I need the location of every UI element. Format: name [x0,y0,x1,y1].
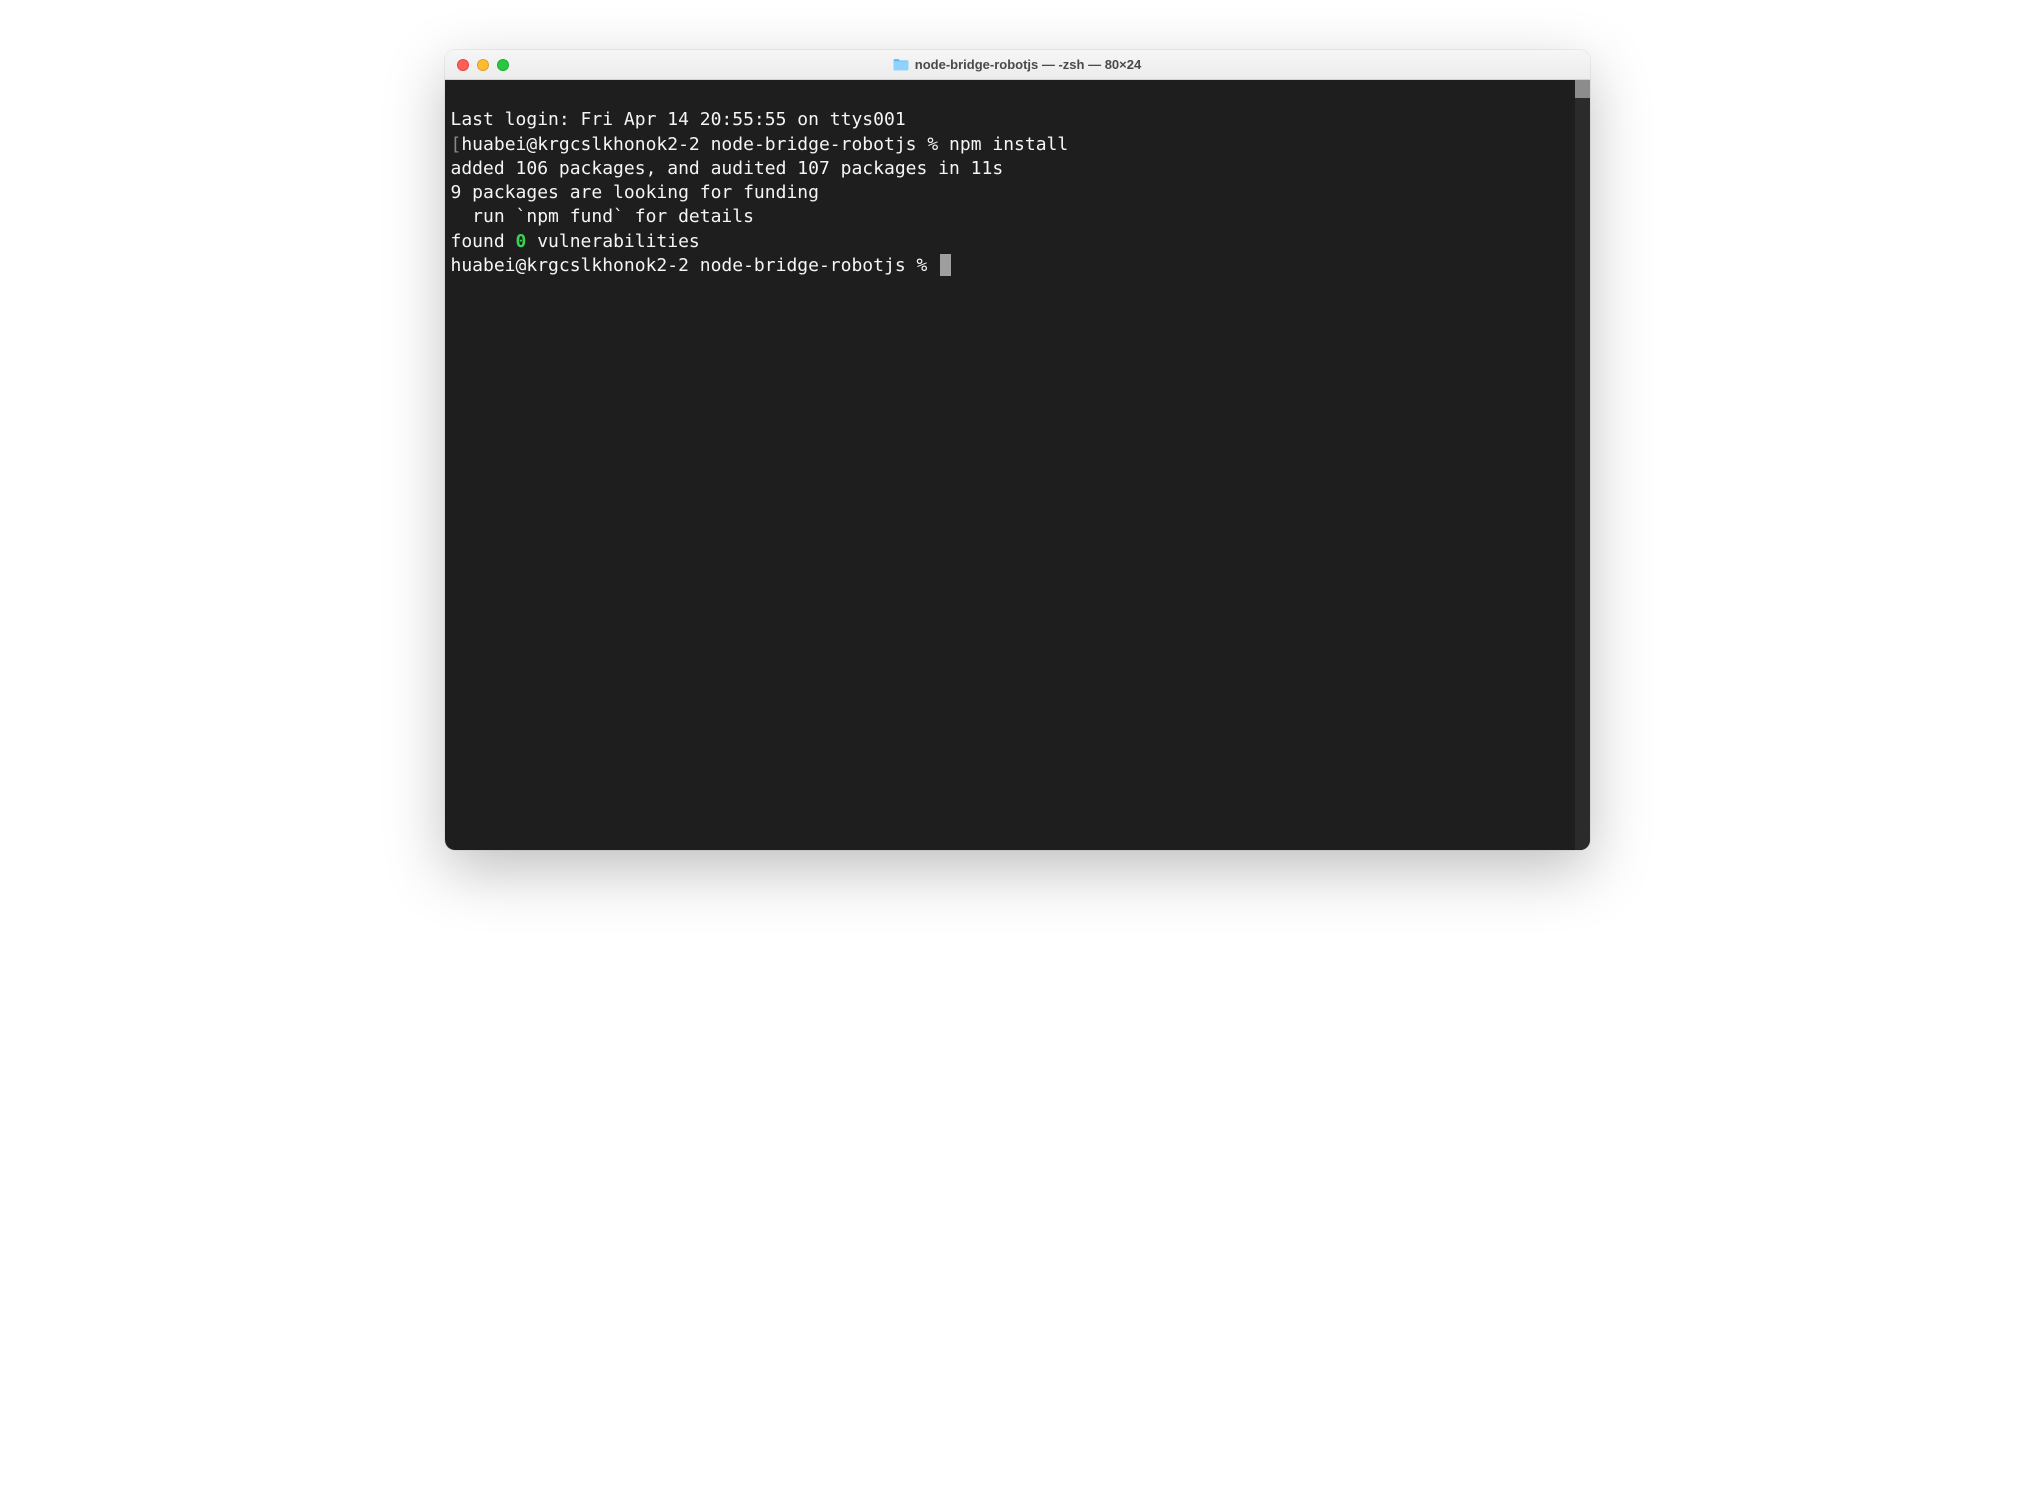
titlebar[interactable]: node-bridge-robotjs — -zsh — 80×24 [445,50,1590,80]
terminal-line-prompt1: [huabei@krgcslkhonok2-2 node-bridge-robo… [451,133,1584,157]
window-title: node-bridge-robotjs — -zsh — 80×24 [915,57,1141,72]
prompt-text: huabei@krgcslkhonok2-2 node-bridge-robot… [451,255,939,276]
vuln-count: 0 [516,231,527,252]
terminal-line-vuln: found 0 vulnerabilities [451,230,1584,254]
command-text: npm install [949,134,1068,155]
scrollbar-thumb[interactable] [1575,80,1590,98]
terminal-window: node-bridge-robotjs — -zsh — 80×24 Last … [445,50,1590,850]
cursor-block [940,254,951,276]
terminal-body[interactable]: Last login: Fri Apr 14 20:55:55 on ttys0… [445,80,1590,850]
terminal-line-funding1: 9 packages are looking for funding [451,181,1584,205]
terminal-line-lastlogin: Last login: Fri Apr 14 20:55:55 on ttys0… [451,108,1584,132]
scrollbar-track[interactable] [1575,80,1590,850]
window-title-container: node-bridge-robotjs — -zsh — 80×24 [455,57,1580,72]
vuln-prefix: found [451,231,516,252]
minimize-button[interactable] [477,59,489,71]
close-button[interactable] [457,59,469,71]
prompt-text: huabei@krgcslkhonok2-2 node-bridge-robot… [461,134,949,155]
maximize-button[interactable] [497,59,509,71]
folder-icon [893,58,909,71]
terminal-line-prompt2: huabei@krgcslkhonok2-2 node-bridge-robot… [451,254,1584,278]
bracket-open: [ [451,134,462,155]
terminal-line-funding2: run `npm fund` for details [451,205,1584,229]
traffic-lights [457,59,509,71]
terminal-line-added: added 106 packages, and audited 107 pack… [451,157,1584,181]
vuln-suffix: vulnerabilities [526,231,699,252]
